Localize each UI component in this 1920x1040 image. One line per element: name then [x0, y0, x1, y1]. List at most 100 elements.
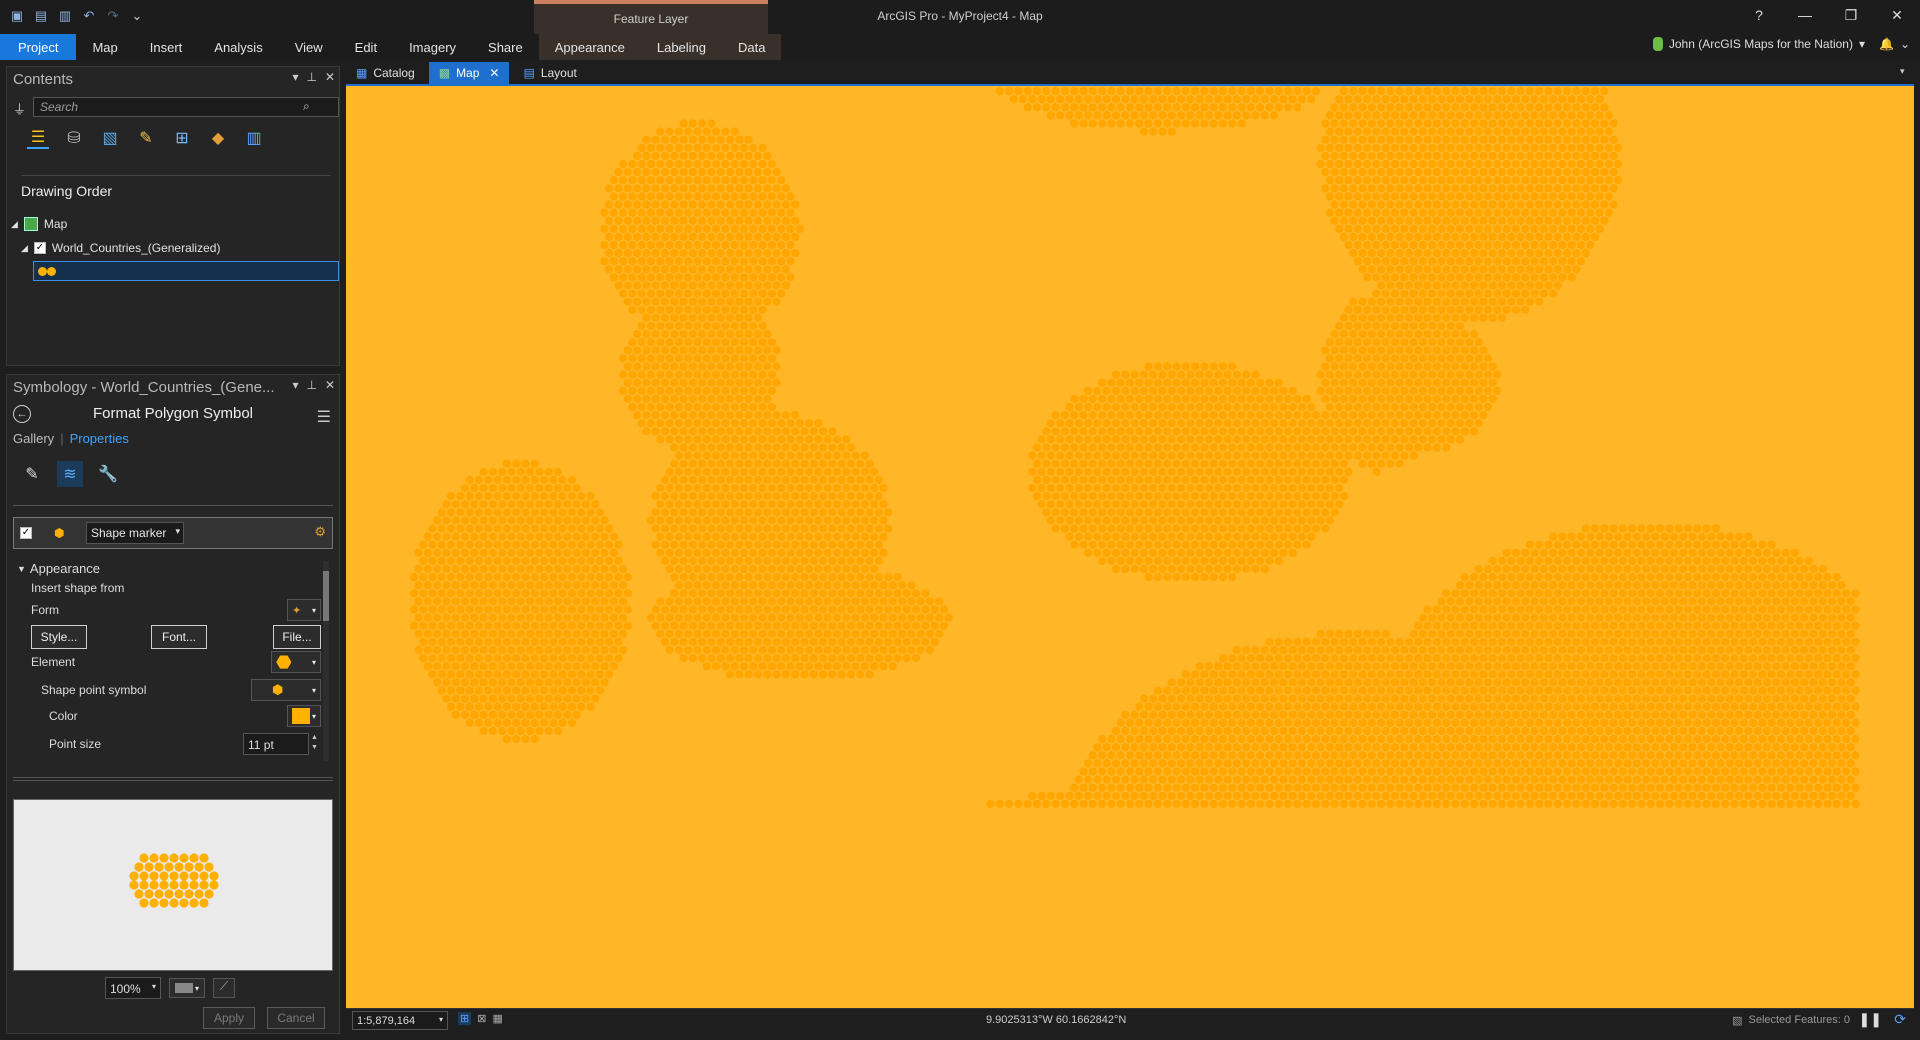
hex-marker: [512, 508, 521, 517]
hex-marker: [1214, 451, 1223, 460]
tab-share[interactable]: Share: [472, 34, 539, 60]
expand-icon[interactable]: ◢: [11, 219, 18, 230]
close-pane-icon[interactable]: ✕: [325, 70, 335, 84]
help-button[interactable]: ?: [1736, 0, 1782, 30]
user-account[interactable]: John (ArcGIS Maps for the Nation) ▾ 🔔 ⌄: [1652, 37, 1910, 51]
pane-menu-icon[interactable]: ▾: [292, 70, 298, 84]
list-by-charts-icon[interactable]: ▥: [243, 127, 265, 149]
search-icon[interactable]: ⌕: [303, 99, 310, 114]
hex-marker: [1349, 151, 1358, 160]
close-tab-icon[interactable]: ✕: [489, 66, 499, 80]
list-by-editing-icon[interactable]: ✎: [135, 127, 157, 149]
map-view[interactable]: [346, 84, 1914, 1008]
tab-insert[interactable]: Insert: [134, 34, 199, 60]
hex-marker: [660, 394, 670, 403]
hex-marker: [1488, 605, 1497, 614]
hex-marker: [902, 589, 911, 598]
list-by-source-icon[interactable]: ⛁: [63, 127, 85, 149]
hex-marker: [1488, 168, 1497, 177]
tab-labeling[interactable]: Labeling: [640, 34, 723, 60]
zoom-select[interactable]: 100% ▾: [105, 977, 161, 999]
properties-tab[interactable]: Properties: [70, 431, 129, 446]
splitter[interactable]: [13, 777, 333, 781]
layer-tree-row[interactable]: ◢ ✓ World_Countries_(Generalized): [21, 241, 220, 255]
symbol-layer-row[interactable]: ✓ ⬢ Shape marker ▾ ⚙: [13, 517, 333, 549]
cancel-button[interactable]: Cancel: [267, 1007, 325, 1029]
appearance-header[interactable]: ▼ Appearance: [17, 561, 100, 576]
hex-marker: [1377, 216, 1386, 225]
tab-edit[interactable]: Edit: [339, 34, 393, 60]
hex-marker: [693, 386, 702, 395]
project-icon[interactable]: ▣: [8, 7, 26, 25]
user-dropdown-icon[interactable]: ▾: [1859, 37, 1865, 51]
tab-analysis[interactable]: Analysis: [198, 34, 278, 60]
hex-marker: [1483, 645, 1493, 655]
restore-button[interactable]: ❐: [1828, 0, 1874, 30]
tab-imagery[interactable]: Imagery: [393, 34, 472, 60]
tab-project[interactable]: Project: [0, 34, 77, 60]
hex-marker: [591, 662, 600, 671]
tab-layout[interactable]: ▤ Layout: [513, 62, 586, 84]
minimize-button[interactable]: —: [1782, 0, 1828, 30]
form-dropdown[interactable]: ✦ ▾: [287, 599, 321, 621]
symbol-layer-checkbox[interactable]: ✓: [20, 527, 32, 539]
file-button[interactable]: File...: [273, 625, 321, 649]
map-tree-row[interactable]: ◢ Map: [11, 217, 67, 231]
layers-icon[interactable]: ≋: [57, 461, 83, 487]
view-tabs-overflow-icon[interactable]: ▾: [1900, 66, 1905, 77]
ribbon-collapse-icon[interactable]: ⌄: [1900, 37, 1910, 51]
menu-icon[interactable]: ☰: [317, 407, 331, 427]
apply-button[interactable]: Apply: [203, 1007, 255, 1029]
symbol-layer-drawing-icon[interactable]: ⚙: [314, 524, 326, 540]
pane-menu-icon[interactable]: ▾: [292, 378, 298, 392]
undo-icon[interactable]: ↶: [80, 7, 98, 25]
gallery-tab[interactable]: Gallery: [13, 431, 54, 446]
hex-marker: [1553, 556, 1562, 565]
redo-icon[interactable]: ↷: [104, 7, 122, 25]
scrollbar[interactable]: [323, 561, 329, 761]
hex-marker: [633, 411, 642, 420]
contents-search-input[interactable]: Search: [33, 97, 339, 117]
open-project-icon[interactable]: ▤: [32, 7, 50, 25]
pin-icon[interactable]: ⊥: [306, 70, 316, 84]
filter-icon[interactable]: ⏚: [13, 99, 26, 118]
list-by-selection-icon[interactable]: ▧: [99, 127, 121, 149]
font-button[interactable]: Font...: [151, 625, 207, 649]
customize-qat-icon[interactable]: ⌄: [128, 7, 146, 25]
point-size-spinner[interactable]: ▲ ▼: [311, 733, 318, 753]
style-button[interactable]: Style...: [31, 625, 87, 649]
list-by-labeling-icon[interactable]: ◆: [207, 127, 229, 149]
hex-marker: [1572, 589, 1581, 598]
layer-symbol-row[interactable]: [33, 261, 339, 281]
notifications-icon[interactable]: 🔔: [1879, 37, 1894, 51]
close-window-button[interactable]: ✕: [1874, 0, 1920, 30]
tab-map[interactable]: Map: [76, 34, 133, 60]
brush-icon[interactable]: ✎: [19, 461, 45, 487]
list-by-snapping-icon[interactable]: ⊞: [171, 127, 193, 149]
element-dropdown[interactable]: ⬣ ▾: [271, 651, 321, 673]
map-canvas[interactable]: [346, 86, 1914, 1008]
layer-visibility-checkbox[interactable]: ✓: [33, 242, 46, 254]
hex-marker: [1614, 159, 1623, 169]
hex-marker: [637, 224, 646, 233]
tab-view[interactable]: View: [279, 34, 339, 60]
tab-catalog[interactable]: ▦ Catalog: [346, 62, 425, 84]
shape-point-symbol-dropdown[interactable]: ⬢ ▾: [251, 679, 321, 701]
background-color-dropdown[interactable]: ▾: [169, 978, 205, 998]
layer-type-dropdown[interactable]: Shape marker ▾: [86, 522, 184, 544]
save-project-icon[interactable]: ▥: [56, 7, 74, 25]
tab-map-view[interactable]: ▩ Map ✕: [428, 62, 510, 84]
point-size-input[interactable]: 11 pt: [243, 733, 309, 755]
close-pane-icon[interactable]: ✕: [325, 378, 335, 392]
tab-appearance[interactable]: Appearance: [538, 34, 641, 60]
hex-marker: [646, 516, 656, 525]
pin-icon[interactable]: ⊥: [306, 378, 316, 392]
hex-marker: [688, 443, 697, 452]
grid-toggle-icon[interactable]: ⟋: [213, 978, 235, 998]
hex-marker: [567, 589, 577, 598]
expand-icon[interactable]: ◢: [21, 243, 28, 254]
tab-data[interactable]: Data: [722, 34, 782, 60]
list-by-drawing-order-icon[interactable]: ☰: [27, 127, 49, 149]
color-picker[interactable]: ▾: [287, 705, 321, 727]
wrench-icon[interactable]: 🔧: [95, 461, 121, 487]
